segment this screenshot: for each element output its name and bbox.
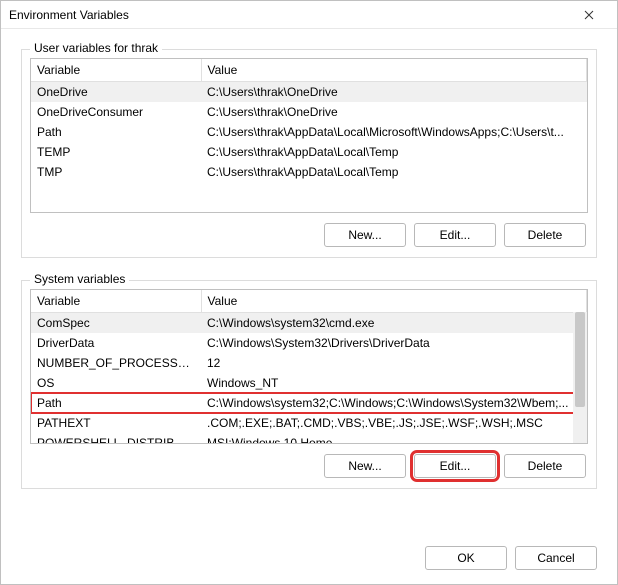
column-header-value[interactable]: Value — [201, 290, 587, 313]
user-variables-table-wrapper: Variable Value OneDrive C:\Users\thrak\O… — [30, 58, 588, 213]
dialog-title: Environment Variables — [9, 8, 569, 22]
table-row[interactable]: ComSpec C:\Windows\system32\cmd.exe — [31, 313, 587, 334]
cell-value: C:\Users\thrak\AppData\Local\Microsoft\W… — [201, 122, 587, 142]
cell-variable: Path — [31, 393, 201, 413]
cell-variable: ComSpec — [31, 313, 201, 334]
table-row[interactable]: NUMBER_OF_PROCESSORS 12 — [31, 353, 587, 373]
column-header-variable[interactable]: Variable — [31, 290, 201, 313]
cell-variable: TMP — [31, 162, 201, 182]
system-variables-label: System variables — [30, 272, 129, 286]
system-variables-table[interactable]: Variable Value ComSpec C:\Windows\system… — [31, 290, 587, 444]
delete-button[interactable]: Delete — [504, 223, 586, 247]
scrollbar[interactable] — [573, 312, 587, 443]
table-row[interactable]: OS Windows_NT — [31, 373, 587, 393]
dialog-footer: OK Cancel — [1, 536, 617, 584]
environment-variables-dialog: Environment Variables User variables for… — [0, 0, 618, 585]
system-variables-table-wrapper: Variable Value ComSpec C:\Windows\system… — [30, 289, 588, 444]
cell-variable: PATHEXT — [31, 413, 201, 433]
table-row[interactable]: PATHEXT .COM;.EXE;.BAT;.CMD;.VBS;.VBE;.J… — [31, 413, 587, 433]
table-row[interactable]: TEMP C:\Users\thrak\AppData\Local\Temp — [31, 142, 587, 162]
table-row[interactable]: POWERSHELL_DISTRIBUTIO... MSI:Windows 10… — [31, 433, 587, 444]
cell-variable: NUMBER_OF_PROCESSORS — [31, 353, 201, 373]
cell-variable: OneDriveConsumer — [31, 102, 201, 122]
new-button[interactable]: New... — [324, 223, 406, 247]
cell-value: .COM;.EXE;.BAT;.CMD;.VBS;.VBE;.JS;.JSE;.… — [201, 413, 587, 433]
cell-value: C:\Users\thrak\AppData\Local\Temp — [201, 142, 587, 162]
cell-variable: DriverData — [31, 333, 201, 353]
ok-button[interactable]: OK — [425, 546, 507, 570]
cancel-button[interactable]: Cancel — [515, 546, 597, 570]
cell-value: Windows_NT — [201, 373, 587, 393]
table-header-row: Variable Value — [31, 290, 587, 313]
close-button[interactable] — [569, 2, 609, 28]
table-row[interactable]: OneDrive C:\Users\thrak\OneDrive — [31, 82, 587, 103]
cell-variable: OS — [31, 373, 201, 393]
column-header-variable[interactable]: Variable — [31, 59, 201, 82]
table-row[interactable]: DriverData C:\Windows\System32\Drivers\D… — [31, 333, 587, 353]
table-header-row: Variable Value — [31, 59, 587, 82]
titlebar: Environment Variables — [1, 1, 617, 29]
cell-value: C:\Windows\System32\Drivers\DriverData — [201, 333, 587, 353]
close-icon — [584, 10, 594, 20]
system-button-row: New... Edit... Delete — [30, 454, 588, 478]
cell-value: C:\Users\thrak\AppData\Local\Temp — [201, 162, 587, 182]
cell-value: C:\Users\thrak\OneDrive — [201, 82, 587, 103]
cell-value: 12 — [201, 353, 587, 373]
delete-button[interactable]: Delete — [504, 454, 586, 478]
cell-variable: TEMP — [31, 142, 201, 162]
cell-value: MSI:Windows 10 Home — [201, 433, 587, 444]
scroll-thumb[interactable] — [575, 312, 585, 407]
user-variables-label: User variables for thrak — [30, 41, 162, 55]
column-header-value[interactable]: Value — [201, 59, 587, 82]
cell-value: C:\Windows\system32\cmd.exe — [201, 313, 587, 334]
cell-value: C:\Users\thrak\OneDrive — [201, 102, 587, 122]
dialog-content: User variables for thrak Variable Value … — [1, 29, 617, 536]
new-button[interactable]: New... — [324, 454, 406, 478]
table-row[interactable]: OneDriveConsumer C:\Users\thrak\OneDrive — [31, 102, 587, 122]
edit-button[interactable]: Edit... — [414, 223, 496, 247]
cell-variable: OneDrive — [31, 82, 201, 103]
cell-variable: POWERSHELL_DISTRIBUTIO... — [31, 433, 201, 444]
edit-button-highlighted[interactable]: Edit... — [414, 454, 496, 478]
user-button-row: New... Edit... Delete — [30, 223, 588, 247]
cell-variable: Path — [31, 122, 201, 142]
user-variables-table[interactable]: Variable Value OneDrive C:\Users\thrak\O… — [31, 59, 587, 182]
user-variables-group: User variables for thrak Variable Value … — [21, 49, 597, 258]
cell-value: C:\Windows\system32;C:\Windows;C:\Window… — [201, 393, 587, 413]
system-variables-group: System variables Variable Value ComSpec … — [21, 280, 597, 489]
table-row[interactable]: Path C:\Users\thrak\AppData\Local\Micros… — [31, 122, 587, 142]
table-row[interactable]: TMP C:\Users\thrak\AppData\Local\Temp — [31, 162, 587, 182]
table-row-path-highlighted[interactable]: Path C:\Windows\system32;C:\Windows;C:\W… — [31, 393, 587, 413]
